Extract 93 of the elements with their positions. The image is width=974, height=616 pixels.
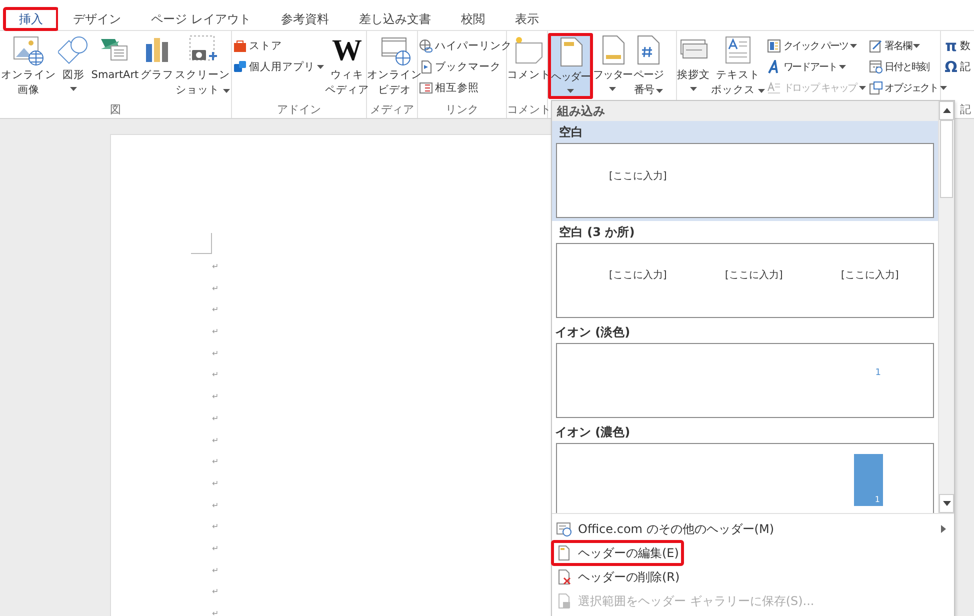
gallery-item[interactable]: イオン (濃色) 1 xyxy=(552,421,938,513)
placeholder-text: [ここに入力] xyxy=(609,268,667,282)
paragraph-mark: ↵ xyxy=(212,544,219,555)
paragraph-mark: ↵ xyxy=(212,284,219,295)
paragraph-mark: ↵ xyxy=(212,478,219,490)
quick-parts-icon xyxy=(767,38,782,52)
header-button[interactable]: ヘッダー xyxy=(548,33,594,99)
group-label: メディア xyxy=(369,102,415,118)
gallery-item-title: 空白 xyxy=(558,124,583,141)
menu-item[interactable]: ヘッダーの削除(R) xyxy=(552,565,684,589)
gallery-item[interactable]: イオン (淡色) 1 xyxy=(552,321,938,421)
chart-button[interactable]: グラフ xyxy=(140,33,174,99)
calendar-clock-icon xyxy=(868,60,883,74)
equation-button[interactable]: π 数 xyxy=(943,35,972,56)
page-number-text: 1 xyxy=(874,495,880,504)
caret-icon xyxy=(222,89,230,93)
menu-item[interactable]: Office.com のその他のヘッダー(M) xyxy=(552,517,778,541)
shopping-bag-icon xyxy=(233,38,247,52)
scroll-down-icon[interactable] xyxy=(939,494,954,513)
paragraph-mark: ↵ xyxy=(212,566,219,577)
paragraph-mark: ↵ xyxy=(212,348,219,360)
smartart-button[interactable]: SmartArt xyxy=(91,33,139,99)
caret-icon xyxy=(838,64,846,68)
text-box-button[interactable]: テキスト ボックス xyxy=(711,33,766,99)
group-label: 図 xyxy=(109,102,122,118)
picture-globe-icon xyxy=(12,34,44,66)
paragraph-mark: ↵ xyxy=(212,436,219,446)
caret-icon xyxy=(850,44,857,48)
globe-document-icon xyxy=(556,521,572,537)
group-label: コメント xyxy=(507,102,547,118)
caret-icon xyxy=(690,87,697,91)
gallery-item[interactable]: 空白 (3 か所) [ここに入力] [ここに入力] [ここに入力] xyxy=(552,221,938,321)
wikipedia-button[interactable]: W ウィキ ペディア xyxy=(325,33,369,99)
menu-item[interactable]: ヘッダーの編集(E) xyxy=(552,541,683,565)
my-apps-button[interactable]: 個人用アプリ xyxy=(232,56,325,77)
group-label: アドイン xyxy=(276,102,322,118)
online-pictures-button[interactable]: オンライン 画像 xyxy=(0,33,56,99)
ribbon-tab[interactable]: 挿入 xyxy=(4,8,58,30)
paragraph-mark: ↵ xyxy=(212,609,219,616)
gallery-section-heading: 組み込み xyxy=(552,101,938,121)
store-button[interactable]: ストア xyxy=(232,35,325,56)
page-number-text: 1 xyxy=(875,368,881,380)
paragraph-mark: ↵ xyxy=(212,457,219,468)
screenshot-button[interactable]: スクリーン ショット xyxy=(175,33,230,99)
cubes-icon xyxy=(233,60,247,74)
paragraph-mark: ↵ xyxy=(212,392,219,404)
placeholder-text: [ここに入力] xyxy=(609,171,667,182)
caret-icon xyxy=(758,89,766,93)
caret-icon xyxy=(70,87,78,91)
symbol-button[interactable]: Ω 記 xyxy=(943,56,972,77)
footer-button[interactable]: フッター xyxy=(593,33,632,99)
gallery-item-title: 空白 (3 か所) xyxy=(558,224,635,241)
bookmark-icon xyxy=(419,60,433,74)
cross-reference-icon xyxy=(419,80,433,94)
paragraph-mark: ↵ xyxy=(212,500,219,512)
paragraph-mark: ↵ xyxy=(212,522,219,534)
caret-icon xyxy=(567,89,574,93)
note-icon xyxy=(513,34,545,66)
caret-icon xyxy=(317,64,324,68)
caret-icon xyxy=(609,87,616,91)
paragraph-mark: ↵ xyxy=(212,262,219,273)
caret-icon xyxy=(913,44,920,48)
scroll-thumb[interactable] xyxy=(940,120,953,198)
paragraph-mark: ↵ xyxy=(212,414,219,425)
caret-icon xyxy=(940,86,948,90)
greeting-button[interactable]: 挨拶文 xyxy=(677,33,710,99)
shapes-button[interactable]: 図形 xyxy=(58,33,90,99)
page-icon xyxy=(556,545,572,561)
scroll-up-icon[interactable] xyxy=(939,101,954,120)
placeholder-text: [ここに入力] xyxy=(841,268,899,282)
paragraph-mark: ↵ xyxy=(212,305,219,316)
page-cross-icon xyxy=(556,569,572,585)
margin-corner-mark xyxy=(191,233,212,254)
caret-icon xyxy=(656,89,663,93)
gallery-item-title: イオン (淡色) xyxy=(555,324,630,341)
paragraph-mark: ↵ xyxy=(212,587,219,598)
scrollbar[interactable] xyxy=(938,101,954,513)
paragraph-mark: ↵ xyxy=(212,370,219,382)
drop-cap-icon xyxy=(767,80,782,94)
placeholder-text: [ここに入力] xyxy=(725,268,783,282)
gallery-item-title: イオン (濃色) xyxy=(555,424,630,441)
group-label: 記 xyxy=(960,102,971,118)
shapes-icon xyxy=(58,34,90,66)
paragraph-mark: ↵ xyxy=(212,327,219,338)
object-icon xyxy=(868,80,883,94)
page-number-button[interactable]: ページ 番号 xyxy=(632,33,664,99)
caret-icon xyxy=(858,86,866,90)
globe-link-icon xyxy=(419,38,433,52)
wordart-button[interactable]: ワードアート xyxy=(766,56,867,77)
object-button[interactable]: オブジェクト xyxy=(868,77,948,98)
gallery-item[interactable]: 空白 [ここに入力] xyxy=(552,121,938,221)
group-label: リンク xyxy=(444,102,480,118)
quick-parts-button[interactable]: クイック パーツ xyxy=(766,35,867,56)
